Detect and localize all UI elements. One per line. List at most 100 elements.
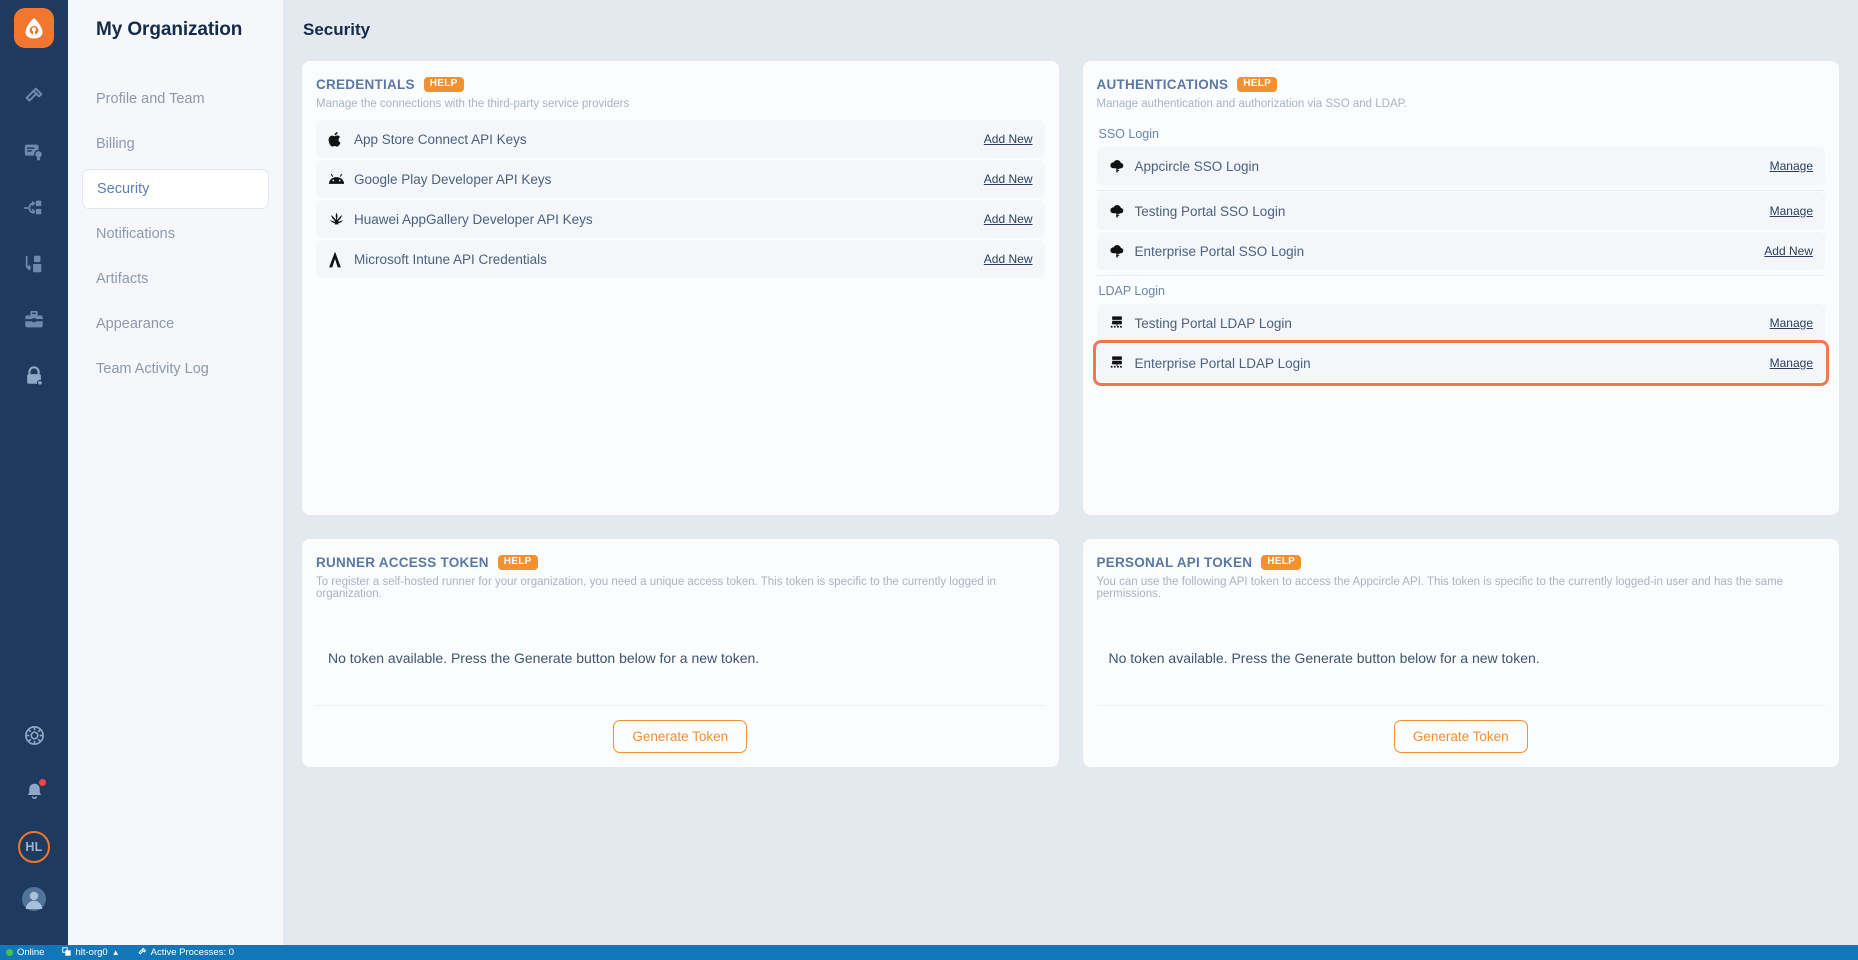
main-content: Security CREDENTIALS HELP Manage the con… — [283, 0, 1858, 945]
processes-label: Active Processes: 0 — [150, 947, 235, 958]
sso-label: Appcircle SSO Login — [1134, 158, 1260, 174]
chevron-up-icon: ▲ — [111, 948, 120, 957]
sso-key-icon — [1109, 203, 1135, 219]
authentications-help-badge[interactable]: HELP — [1237, 77, 1278, 92]
sso-manage-link[interactable]: Manage — [1770, 204, 1813, 218]
sidebar-item-artifacts[interactable]: Artifacts — [82, 259, 269, 299]
credential-row-huawei[interactable]: Huawei AppGallery Developer API Keys Add… — [316, 200, 1045, 238]
sso-row-testing-portal[interactable]: Testing Portal SSO Login Manage — [1096, 192, 1825, 230]
rail-item-testing-distribution[interactable] — [12, 298, 56, 342]
online-label: Online — [17, 947, 45, 958]
status-online[interactable]: Online — [6, 947, 44, 958]
credential-add-new-link[interactable]: Add New — [984, 132, 1033, 146]
ldap-row-enterprise-portal[interactable]: Enterprise Portal LDAP Login Manage — [1092, 340, 1829, 386]
sidebar-item-profile-and-team[interactable]: Profile and Team — [82, 79, 269, 119]
credential-row-google-play[interactable]: Google Play Developer API Keys Add New — [316, 160, 1045, 198]
rail-item-hammer-build[interactable] — [12, 74, 56, 118]
huawei-icon — [328, 212, 354, 226]
certificate-signing-icon — [23, 141, 45, 163]
divider — [1096, 190, 1825, 191]
runner-token-message: No token available. Press the Generate b… — [328, 649, 760, 666]
sidebar-item-billing[interactable]: Billing — [82, 124, 269, 164]
runner-access-token-card: RUNNER ACCESS TOKEN HELP To register a s… — [301, 538, 1060, 768]
runner-token-footer: Generate Token — [316, 705, 1045, 767]
authentications-card-header: AUTHENTICATIONS HELP — [1097, 77, 1826, 92]
rail-item-my-organization[interactable] — [12, 354, 56, 398]
generate-runner-token-button[interactable]: Generate Token — [613, 720, 748, 753]
org-avatar[interactable]: HL — [18, 831, 50, 863]
ldap-group-label: LDAP Login — [1098, 284, 1166, 298]
sso-label: Testing Portal SSO Login — [1134, 203, 1286, 219]
ldap-manage-link[interactable]: Manage — [1770, 356, 1813, 370]
runner-token-help-badge[interactable]: HELP — [497, 555, 538, 570]
ldap-row-testing-portal[interactable]: Testing Portal LDAP Login Manage — [1096, 304, 1825, 342]
toolbox-icon — [23, 309, 45, 331]
org-sidebar: My Organization Profile and Team Billing… — [68, 0, 283, 945]
personal-token-title: PERSONAL API TOKEN — [1096, 555, 1253, 570]
personal-token-help-badge[interactable]: HELP — [1261, 555, 1302, 570]
rail-bottom-group: HL — [12, 713, 56, 945]
credential-add-new-link[interactable]: Add New — [984, 252, 1033, 266]
ldap-label: Enterprise Portal LDAP Login — [1134, 355, 1311, 371]
rail-item-notifications[interactable] — [12, 769, 56, 813]
user-profile-icon — [21, 886, 47, 912]
sso-key-icon — [1109, 243, 1135, 259]
enterprise-store-icon — [23, 253, 45, 275]
divider — [1096, 275, 1825, 276]
org-sidebar-title: My Organization — [96, 19, 243, 40]
sso-group-label: SSO Login — [1098, 127, 1159, 141]
rail-item-enterprise-store[interactable] — [12, 242, 56, 286]
ldap-manage-link[interactable]: Manage — [1770, 316, 1813, 330]
credential-row-app-store-connect[interactable]: App Store Connect API Keys Add New — [316, 120, 1045, 158]
page-header: Security — [283, 0, 1858, 60]
personal-api-token-card: PERSONAL API TOKEN HELP You can use the … — [1081, 538, 1840, 768]
ldap-label: Testing Portal LDAP Login — [1134, 315, 1292, 331]
processes-icon — [138, 947, 147, 959]
status-bar: Online hlt-org0 ▲ Active Processes: 0 — [0, 945, 1858, 960]
sso-add-new-link[interactable]: Add New — [1764, 244, 1813, 258]
authentications-card: AUTHENTICATIONS HELP Manage authenticati… — [1081, 60, 1840, 516]
credential-add-new-link[interactable]: Add New — [984, 212, 1033, 226]
android-icon — [328, 173, 354, 185]
sso-manage-link[interactable]: Manage — [1770, 159, 1813, 173]
credential-row-microsoft-intune[interactable]: Microsoft Intune API Credentials Add New — [316, 240, 1045, 278]
personal-token-message: No token available. Press the Generate b… — [1108, 649, 1540, 666]
sidebar-item-team-activity-log[interactable]: Team Activity Log — [82, 349, 269, 389]
online-status-dot — [6, 949, 13, 956]
credentials-card-header: CREDENTIALS HELP — [316, 77, 1045, 92]
credentials-help-badge[interactable]: HELP — [423, 77, 464, 92]
credentials-title: CREDENTIALS — [316, 77, 415, 92]
icon-rail: HL — [0, 0, 68, 945]
microsoft-intune-icon — [328, 251, 354, 268]
status-organization[interactable]: hlt-org0 ▲ — [62, 946, 120, 959]
page-title: Security — [303, 20, 371, 39]
appcircle-logo[interactable] — [14, 8, 54, 48]
settings-gear-icon — [23, 724, 46, 747]
rail-item-certificate[interactable] — [12, 130, 56, 174]
credential-label: Microsoft Intune API Credentials — [354, 251, 547, 267]
authentications-subtitle: Manage authentication and authorization … — [1096, 98, 1408, 110]
sso-row-enterprise-portal[interactable]: Enterprise Portal SSO Login Add New — [1096, 232, 1825, 270]
credentials-card: CREDENTIALS HELP Manage the connections … — [301, 60, 1060, 516]
sso-row-appcircle[interactable]: Appcircle SSO Login Manage — [1096, 147, 1825, 185]
runner-token-subtitle: To register a self-hosted runner for you… — [316, 576, 996, 600]
sidebar-item-notifications[interactable]: Notifications — [82, 214, 269, 254]
personal-token-subtitle: You can use the following API token to a… — [1096, 576, 1784, 600]
apple-icon — [328, 131, 354, 148]
distribution-icon — [23, 197, 45, 219]
personal-token-card-header: PERSONAL API TOKEN HELP — [1097, 555, 1826, 570]
sidebar-item-security[interactable]: Security — [82, 169, 269, 209]
notification-badge-dot — [38, 778, 47, 787]
status-active-processes[interactable]: Active Processes: 0 — [138, 947, 234, 959]
sidebar-item-appearance[interactable]: Appearance — [82, 304, 269, 344]
rail-item-settings[interactable] — [12, 713, 56, 757]
credential-label: App Store Connect API Keys — [354, 131, 527, 147]
generate-personal-token-button[interactable]: Generate Token — [1393, 720, 1528, 753]
runner-token-card-header: RUNNER ACCESS TOKEN HELP — [316, 555, 1045, 570]
personal-token-footer: Generate Token — [1096, 705, 1825, 767]
rail-item-user-profile[interactable] — [12, 877, 56, 921]
authentications-title: AUTHENTICATIONS — [1096, 77, 1229, 92]
credential-add-new-link[interactable]: Add New — [984, 172, 1033, 186]
cards-grid: CREDENTIALS HELP Manage the connections … — [283, 60, 1858, 768]
rail-item-distribution[interactable] — [12, 186, 56, 230]
